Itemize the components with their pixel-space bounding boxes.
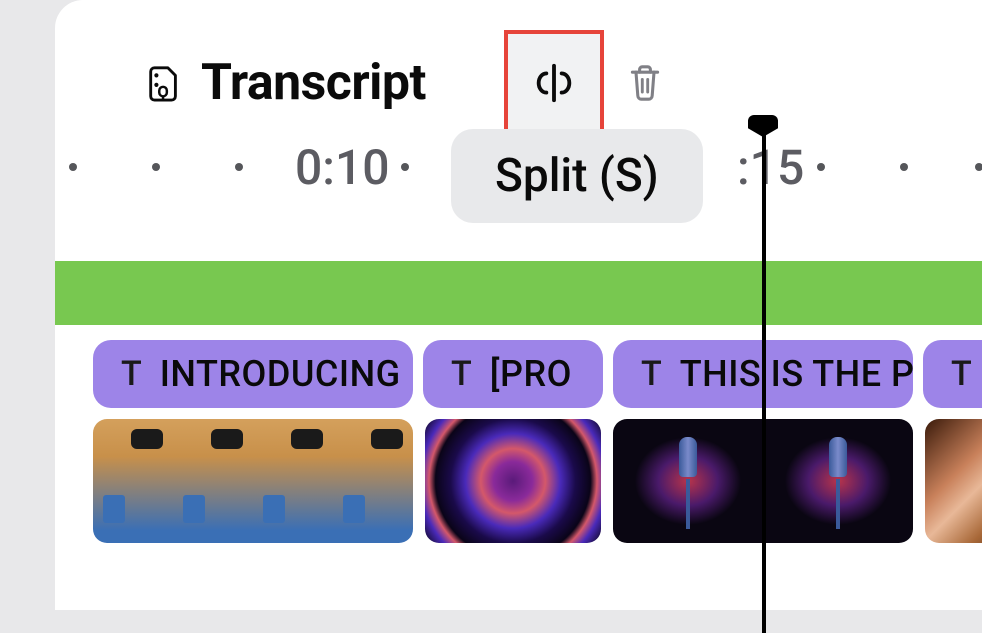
split-tooltip: Split (S): [451, 129, 703, 223]
text-clip[interactable]: T INTRODUCING: [93, 340, 413, 408]
ruler-label: 0:10: [295, 139, 390, 196]
video-clip[interactable]: [93, 419, 413, 543]
split-button-highlighted[interactable]: [504, 30, 604, 136]
toolbar: [504, 30, 664, 136]
text-clip-label: [PRO: [490, 353, 572, 395]
video-clip[interactable]: [425, 419, 601, 543]
playhead-line[interactable]: [762, 133, 766, 633]
ruler-tick: [69, 163, 77, 171]
delete-button[interactable]: [626, 63, 664, 103]
ruler-label: :15: [737, 139, 804, 196]
panel-title: Transcript: [201, 54, 426, 112]
editor-panel: Transcript: [55, 0, 982, 610]
ruler-tick: [152, 163, 160, 171]
text-track: T INTRODUCING T [PRO T THIS IS THE P T: [93, 340, 982, 408]
text-type-icon: T: [451, 354, 472, 394]
timeline-ruler[interactable]: 0:10 :15 Split (S): [55, 145, 982, 191]
split-icon: [531, 60, 577, 106]
text-clip[interactable]: T: [923, 340, 982, 408]
ruler-tick: [900, 163, 908, 171]
text-clip-label: INTRODUCING: [160, 353, 401, 395]
timeline[interactable]: 0:10 :15 Split (S) T INTRODUCING T [PRO …: [55, 145, 982, 191]
panel-header: Transcript: [145, 30, 664, 136]
ruler-tick: [235, 163, 243, 171]
video-clip[interactable]: [925, 419, 982, 543]
text-type-icon: T: [641, 354, 662, 394]
ruler-tick: [975, 163, 982, 171]
ruler-tick: [401, 163, 409, 171]
text-type-icon: T: [121, 354, 142, 394]
trash-icon: [627, 63, 663, 103]
audio-track[interactable]: [55, 261, 982, 325]
transcript-icon: [145, 64, 183, 102]
ruler-tick: [817, 163, 825, 171]
text-type-icon: T: [951, 354, 972, 394]
video-track: [93, 419, 982, 543]
text-clip-label: THIS IS THE P: [680, 353, 913, 395]
text-clip[interactable]: T [PRO: [423, 340, 603, 408]
